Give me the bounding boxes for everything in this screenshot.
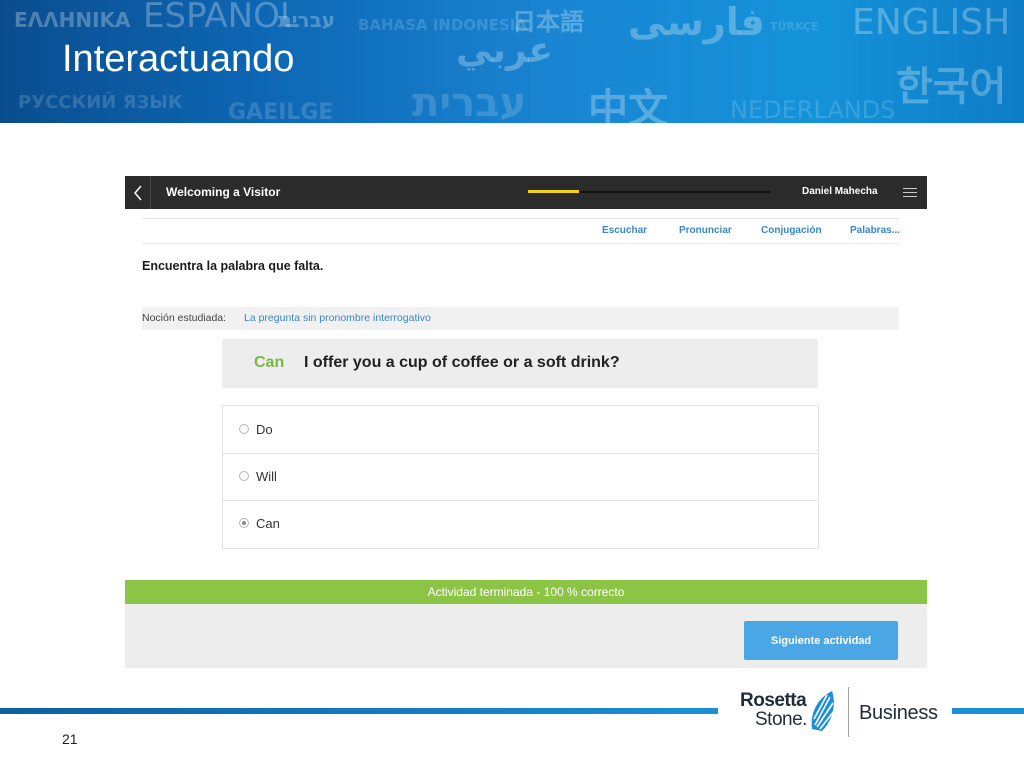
exercise-instruction: Encuentra la palabra que falta. <box>142 259 324 273</box>
page-number: 21 <box>62 731 78 747</box>
chevron-left-icon <box>133 185 142 200</box>
bg-word-greek: ΕΛΛΗΝΙΚΑ <box>14 8 131 32</box>
footer-stripe-left <box>0 708 718 714</box>
tab-palabras[interactable]: Palabras... <box>850 225 900 236</box>
radio-button[interactable] <box>239 424 249 434</box>
option-label: Do <box>256 422 273 437</box>
tab-conjugacion[interactable]: Conjugación <box>761 225 822 236</box>
logo-text-business: Business <box>859 702 938 724</box>
option-can[interactable]: Can <box>223 500 818 547</box>
notion-label: Noción estudiada: <box>142 312 227 324</box>
bg-word-turkish: TÜRKÇE <box>770 20 819 33</box>
lesson-title: Welcoming a Visitor <box>166 185 281 199</box>
logo-text-stone: Stone. <box>755 709 807 730</box>
user-name[interactable]: Daniel Mahecha <box>802 186 878 197</box>
back-button[interactable] <box>125 176 151 209</box>
activity-footer: Siguiente actividad <box>125 604 927 668</box>
radio-button-selected[interactable] <box>239 518 249 528</box>
lesson-progress-fill <box>528 190 579 193</box>
hamburger-menu-icon[interactable] <box>903 185 917 199</box>
footer-stripe-right <box>952 708 1024 714</box>
bg-word-chinese: 中文 <box>588 86 668 123</box>
bg-word-english: ENGLISH <box>852 2 1011 43</box>
slide-title: Interactuando <box>62 38 295 80</box>
lesson-progress-bar <box>528 190 770 193</box>
bg-word-arabic: عربي <box>456 30 553 71</box>
bg-word-hebrew-large: עברית <box>412 80 527 123</box>
answer-options: Do Will Can <box>222 405 819 549</box>
radio-button[interactable] <box>239 471 249 481</box>
bg-word-korean: 한국어 <box>896 64 1007 110</box>
result-banner: Actividad terminada - 100 % correcto <box>125 580 927 604</box>
rosetta-stone-icon <box>811 691 835 731</box>
rosetta-stone-business-logo: Rosetta Stone. Business <box>740 685 940 739</box>
question-box: Can I offer you a cup of coffee or a sof… <box>222 339 818 388</box>
option-label: Can <box>256 516 280 531</box>
next-activity-button[interactable]: Siguiente actividad <box>744 621 898 660</box>
option-label: Will <box>256 469 277 484</box>
activity-tabs: Escuchar Pronunciar Conjugación Palabras… <box>142 218 900 244</box>
logo-text-rosetta: Rosetta <box>740 690 807 711</box>
notion-bar: Noción estudiada: La pregunta sin pronom… <box>142 307 899 330</box>
bg-word-spanish: ESPAÑOL <box>143 0 299 36</box>
option-do[interactable]: Do <box>223 406 818 454</box>
bg-word-farsi: فارسی <box>628 0 765 44</box>
header-banner: ΕΛΛΗΝΙΚΑ ESPAÑOL עברית BAHASA INDONESIA … <box>0 0 1024 123</box>
lesson-header: Welcoming a Visitor Daniel Mahecha <box>125 176 927 209</box>
bg-word-dutch: NEDERLANDS <box>730 96 896 123</box>
logo-divider <box>848 687 849 737</box>
notion-link[interactable]: La pregunta sin pronombre interrogativo <box>244 312 431 324</box>
filled-answer: Can <box>254 354 285 371</box>
tab-escuchar[interactable]: Escuchar <box>602 225 647 236</box>
tab-pronunciar[interactable]: Pronunciar <box>679 225 732 236</box>
bg-word-hebrew: עברית <box>278 8 336 32</box>
option-will[interactable]: Will <box>223 453 818 501</box>
bg-word-russian: РУССКИЙ ЯЗЫК <box>18 92 183 113</box>
bg-word-irish: GAEILGE <box>228 100 334 123</box>
question-text: I offer you a cup of coffee or a soft dr… <box>304 354 620 371</box>
